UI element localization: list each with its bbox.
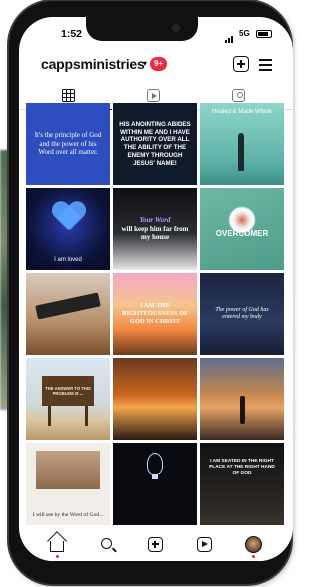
- nav-reels[interactable]: [196, 536, 214, 554]
- chevron-down-icon[interactable]: ▾: [143, 59, 147, 68]
- post-caption: Healed & Made Whole: [211, 109, 273, 115]
- profile-header: cappsministries ▾ 9+: [19, 53, 293, 79]
- post-caption: It's the principle of God and the power …: [34, 130, 102, 157]
- post-tile[interactable]: [113, 358, 197, 440]
- notification-dot: [56, 555, 59, 558]
- sign-post: [48, 404, 51, 426]
- post-tile[interactable]: [200, 358, 284, 440]
- post-tile[interactable]: Your Word will keep him far from my hous…: [113, 188, 197, 270]
- nav-home[interactable]: [48, 536, 66, 554]
- battery-icon: [256, 30, 272, 38]
- post-caption: will keep him far from my house: [121, 224, 189, 242]
- nav-profile[interactable]: [245, 536, 263, 554]
- notification-badge[interactable]: 9+: [150, 57, 168, 71]
- network-label: 5G: [239, 29, 250, 38]
- post-tile[interactable]: The answer to this problem is ...: [26, 358, 110, 440]
- post-tile[interactable]: Healed & Made Whole: [200, 103, 284, 185]
- post-caption: I am loved: [54, 256, 82, 263]
- reels-icon: [147, 89, 160, 102]
- reels-icon: [197, 537, 212, 552]
- sign-post: [85, 404, 88, 426]
- post-caption: Your Word: [139, 215, 171, 224]
- post-caption: His anointing abides within me and I hav…: [119, 120, 191, 167]
- reading-photo: [36, 451, 100, 489]
- nav-search[interactable]: [99, 536, 117, 554]
- post-caption: I am the righteousness of God in Christ: [121, 301, 189, 326]
- person-silhouette: [240, 396, 245, 424]
- wooden-sign: The answer to this problem is ...: [42, 376, 94, 406]
- app-screen: 1:52 5G cappsministries ▾ 9+ It's the pr…: [19, 17, 293, 561]
- post-tile[interactable]: I am loved: [26, 188, 110, 270]
- grid-icon: [62, 89, 75, 102]
- post-tile[interactable]: I am seated in the right place at the ri…: [200, 443, 284, 525]
- post-tile[interactable]: [26, 273, 110, 355]
- post-caption: I will see by the Word of God...: [32, 512, 104, 519]
- person-silhouette: [238, 133, 244, 171]
- post-tile[interactable]: His anointing abides within me and I hav…: [113, 103, 197, 185]
- create-post-button[interactable]: [233, 56, 249, 72]
- create-icon: [148, 537, 163, 552]
- nav-create[interactable]: [147, 536, 165, 554]
- home-icon: [50, 541, 64, 552]
- signal-icon: [225, 31, 234, 43]
- profile-username[interactable]: cappsministries: [41, 56, 145, 72]
- heart-icon: [52, 202, 86, 236]
- menu-button[interactable]: [258, 56, 274, 72]
- posts-grid: It's the principle of God and the power …: [26, 103, 286, 525]
- post-tile[interactable]: I am the righteousness of God in Christ: [113, 273, 197, 355]
- post-caption: The answer to this problem is ...: [45, 385, 91, 396]
- post-tile[interactable]: Overcomer: [200, 188, 284, 270]
- lightbulb-icon: [147, 453, 163, 479]
- search-icon: [101, 538, 112, 549]
- bottom-nav: [19, 531, 293, 561]
- post-tile[interactable]: The power of God has entered my body: [200, 273, 284, 355]
- post-tile[interactable]: It's the principle of God and the power …: [26, 103, 110, 185]
- post-caption: The power of God has entered my body: [215, 306, 269, 321]
- status-time: 1:52: [61, 28, 83, 40]
- avatar: [245, 536, 262, 553]
- post-caption: Overcomer: [215, 229, 269, 238]
- bible-image: [35, 292, 101, 320]
- phone-notch: [86, 17, 198, 41]
- post-tile[interactable]: [113, 443, 197, 525]
- camera-icon: [172, 24, 180, 32]
- post-tile[interactable]: I will see by the Word of God...: [26, 443, 110, 525]
- notification-dot: [252, 555, 255, 558]
- post-caption: I am seated in the right place at the ri…: [209, 459, 275, 476]
- tagged-icon: [232, 89, 245, 102]
